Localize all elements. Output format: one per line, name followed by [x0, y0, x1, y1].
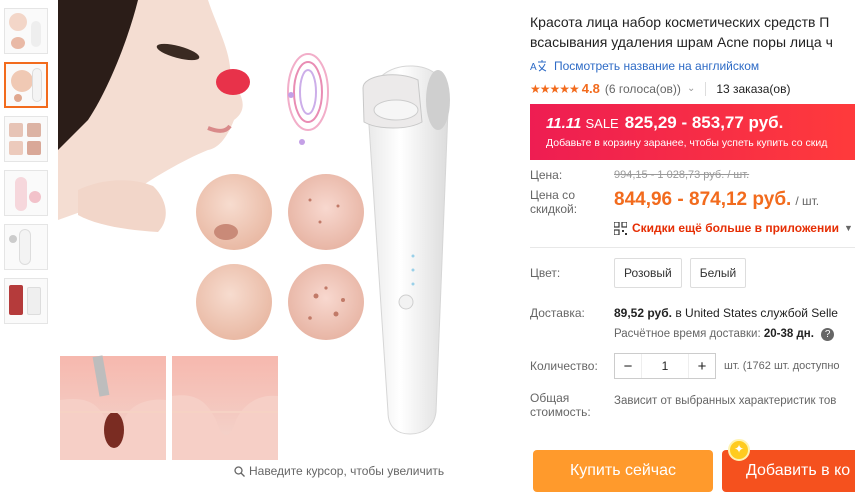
magnifier-icon	[234, 465, 245, 477]
product-title-line-1: Красота лица набор косметических средств…	[530, 14, 830, 30]
chevron-down-icon[interactable]: ⌄	[687, 83, 695, 94]
price-block: Цена: 994,15 - 1 028,73 руб. / шт. Цена …	[530, 168, 855, 235]
total-label-line-1: Общая	[530, 391, 570, 405]
star-rating-icon: ★★★★★	[530, 81, 580, 96]
product-illustration	[58, 0, 450, 460]
thumbnail-1[interactable]	[4, 8, 48, 54]
discount-price-label: Цена со скидкой:	[530, 188, 614, 216]
translate-icon: A	[530, 60, 547, 73]
product-title: Красота лица набор косметических средств…	[530, 12, 855, 52]
discount-price: 844,96 - 874,12 руб.	[614, 189, 792, 210]
translate-link-text[interactable]: Посмотреть название на английском	[554, 59, 759, 73]
discount-label-line-1: Цена со	[530, 188, 575, 202]
rating-row: ★★★★★ 4.8 (6 голоса(ов)) ⌄ 13 заказа(ов)	[530, 81, 855, 96]
svg-text:A: A	[530, 62, 537, 73]
add-to-cart-button[interactable]: Добавить в ко	[722, 439, 855, 492]
shipping-destination: в United States службой Selle	[675, 306, 838, 320]
add-to-cart-label[interactable]: Добавить в ко	[746, 462, 850, 480]
shipping-price: 89,52 руб.	[614, 306, 672, 320]
delivery-time-label: Расчётное время доставки:	[614, 328, 761, 340]
thumbnail-3[interactable]	[4, 116, 48, 162]
options-block: Цвет: Розовый Белый Доставка: 89,52 руб.…	[530, 258, 855, 419]
sale-event-tag: 11.11 SALE	[546, 115, 619, 132]
decrement-button[interactable]: −	[615, 358, 641, 375]
color-label: Цвет:	[530, 266, 561, 280]
color-option-white[interactable]: Белый	[689, 258, 747, 288]
product-page: Наведите курсор, чтобы увеличить Красота…	[0, 0, 855, 500]
product-info-panel: Красота лица набор косметических средств…	[530, 0, 855, 500]
total-value: Зависит от выбранных характеристик тов	[614, 395, 837, 407]
sale-banner: 11.11 SALE 825,29 - 853,77 руб. Добавьте…	[530, 104, 855, 160]
app-promo-link[interactable]: Скидки ещё больше в приложении ▼	[614, 221, 855, 235]
zoom-hint: Наведите курсор, чтобы увеличить	[234, 464, 444, 478]
rating-divider	[705, 81, 707, 96]
rating-score: 4.8	[581, 81, 600, 96]
zoom-hint-text: Наведите курсор, чтобы увеличить	[249, 464, 445, 478]
coin-badge-icon	[728, 439, 750, 461]
rating-votes[interactable]: (6 голоса(ов))	[605, 82, 681, 96]
product-title-line-2: всасывания удаления шрам Acne поры лица …	[530, 34, 833, 50]
color-option-pink[interactable]: Розовый	[614, 258, 682, 288]
main-product-image[interactable]: Наведите курсор, чтобы увеличить	[58, 0, 514, 490]
delivery-time-value: 20-38 дн.	[763, 328, 814, 340]
help-icon[interactable]: ?	[821, 328, 835, 341]
shipping-label: Доставка:	[530, 306, 585, 320]
quantity-stepper[interactable]: − 1 +	[614, 353, 716, 379]
original-price: 994,15 - 1 028,73 руб. / шт.	[614, 169, 750, 181]
thumbnail-6[interactable]	[4, 278, 48, 324]
discount-label-line-2: скидкой:	[530, 202, 578, 216]
delivery-time: Расчётное время доставки: 20-38 дн. ?	[614, 328, 838, 341]
orders-count: 13 заказа(ов)	[716, 81, 791, 96]
sale-note: Добавьте в корзину заранее, чтобы успеть…	[546, 137, 828, 149]
sale-event-word: SALE	[585, 116, 619, 131]
price-label: Цена:	[530, 168, 563, 182]
translate-title-link[interactable]: A Посмотреть название на английском	[530, 59, 855, 73]
thumbnail-2-active[interactable]	[4, 62, 48, 108]
divider	[530, 247, 855, 248]
app-promo-text[interactable]: Скидки ещё больше в приложении	[632, 221, 839, 235]
total-label-line-2: стоимость:	[530, 405, 591, 419]
increment-button[interactable]: +	[689, 358, 715, 375]
thumbnail-5[interactable]	[4, 224, 48, 270]
buy-now-button[interactable]: Купить сейчас	[533, 450, 713, 492]
thumbnail-4[interactable]	[4, 170, 48, 216]
sale-event-number: 11.11	[546, 115, 582, 132]
qr-code-icon	[614, 221, 627, 235]
price-unit: / шт.	[795, 194, 820, 208]
quantity-label: Количество:	[530, 359, 598, 373]
total-label: Общая стоимость:	[530, 391, 614, 419]
action-buttons: Купить сейчас Добавить в ко	[533, 439, 855, 492]
quantity-value[interactable]: 1	[641, 354, 689, 378]
thumbnail-strip	[4, 8, 52, 332]
stock-info: шт. (1762 шт. доступно	[724, 360, 840, 372]
sale-price: 825,29 - 853,77 руб.	[624, 113, 784, 132]
shipping-info[interactable]: 89,52 руб. в United States службой Selle	[614, 306, 838, 320]
dropdown-arrow-icon[interactable]: ▼	[844, 223, 853, 233]
